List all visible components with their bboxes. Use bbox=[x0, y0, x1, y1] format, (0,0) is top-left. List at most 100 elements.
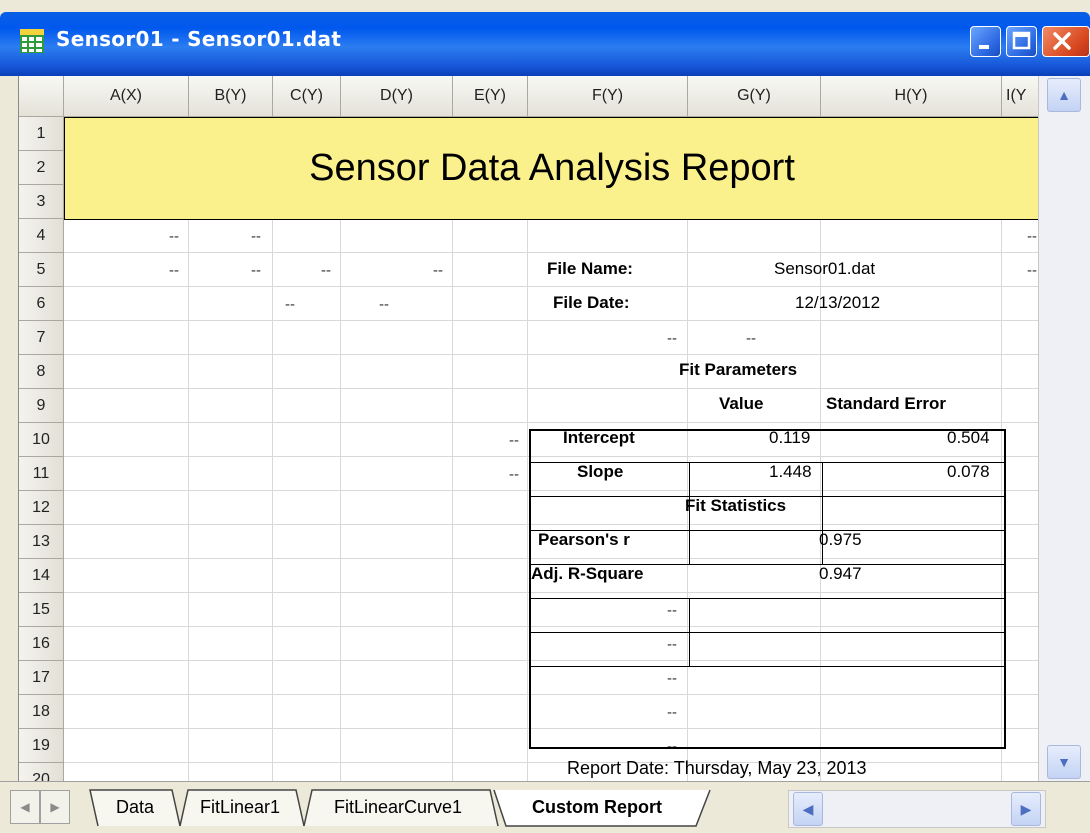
row-header[interactable]: 1 bbox=[19, 117, 64, 151]
column-header-h[interactable]: H(Y) bbox=[821, 76, 1002, 117]
column-header-a[interactable]: A(X) bbox=[64, 76, 189, 117]
report-date[interactable]: Report Date: Thursday, May 23, 2013 bbox=[567, 758, 867, 779]
grid-cell[interactable] bbox=[453, 695, 528, 729]
placeholder-cell[interactable]: -- bbox=[321, 262, 331, 279]
grid-cell[interactable] bbox=[453, 491, 528, 525]
grid-cell[interactable] bbox=[64, 559, 189, 593]
grid-cell[interactable] bbox=[453, 627, 528, 661]
tab-data[interactable]: Data bbox=[116, 788, 154, 826]
tab-fitlinear1[interactable]: FitLinear1 bbox=[200, 788, 280, 826]
param-error-slope[interactable]: 0.078 bbox=[947, 462, 990, 482]
row-header[interactable]: 2 bbox=[19, 151, 64, 185]
grid-cell[interactable] bbox=[1002, 661, 1039, 695]
grid-cell[interactable] bbox=[273, 729, 341, 763]
grid-cell[interactable] bbox=[453, 321, 528, 355]
title-bar[interactable]: Sensor01 - Sensor01.dat bbox=[0, 12, 1090, 76]
scroll-left-button[interactable]: ◀ bbox=[793, 792, 823, 826]
column-header-e[interactable]: E(Y) bbox=[453, 76, 528, 117]
grid-cell[interactable] bbox=[453, 661, 528, 695]
grid-cell[interactable] bbox=[273, 423, 341, 457]
grid-cell[interactable] bbox=[273, 627, 341, 661]
stat-value-pearson[interactable]: 0.975 bbox=[819, 530, 862, 550]
placeholder-cell[interactable]: -- bbox=[433, 262, 443, 279]
grid-cell[interactable] bbox=[341, 627, 453, 661]
grid-cell[interactable] bbox=[453, 763, 528, 781]
grid-cell[interactable] bbox=[341, 729, 453, 763]
grid-cell[interactable] bbox=[1002, 593, 1039, 627]
report-banner[interactable]: Sensor Data Analysis Report bbox=[64, 117, 1039, 220]
grid-cell[interactable] bbox=[453, 219, 528, 253]
grid-cell[interactable] bbox=[341, 389, 453, 423]
row-header[interactable]: 8 bbox=[19, 355, 64, 389]
row-header[interactable]: 6 bbox=[19, 287, 64, 321]
grid-cell[interactable] bbox=[341, 593, 453, 627]
grid-cell[interactable] bbox=[453, 593, 528, 627]
grid-cell[interactable] bbox=[341, 423, 453, 457]
row-header[interactable]: 4 bbox=[19, 219, 64, 253]
grid-cell[interactable] bbox=[453, 729, 528, 763]
corner-header[interactable] bbox=[19, 76, 64, 117]
minimize-button[interactable] bbox=[970, 26, 1001, 57]
grid-cell[interactable] bbox=[64, 389, 189, 423]
row-header[interactable]: 5 bbox=[19, 253, 64, 287]
row-header[interactable]: 11 bbox=[19, 457, 64, 491]
maximize-button[interactable] bbox=[1006, 26, 1037, 57]
row-header[interactable]: 20 bbox=[19, 763, 64, 781]
horizontal-scrollbar[interactable]: ◀ ▶ bbox=[788, 790, 1046, 828]
grid-cell[interactable] bbox=[1002, 287, 1039, 321]
scroll-right-button[interactable]: ▶ bbox=[1011, 792, 1041, 826]
param-value-slope[interactable]: 1.448 bbox=[769, 462, 812, 482]
placeholder-cell[interactable]: -- bbox=[746, 330, 756, 347]
grid-cell[interactable] bbox=[64, 321, 189, 355]
tab-scroll-left-button[interactable]: ◀ bbox=[10, 790, 40, 824]
placeholder-cell[interactable]: -- bbox=[379, 296, 389, 313]
grid-cell[interactable] bbox=[273, 525, 341, 559]
grid-cell[interactable] bbox=[64, 423, 189, 457]
grid-cell[interactable] bbox=[273, 219, 341, 253]
grid-cell[interactable] bbox=[1002, 355, 1039, 389]
grid-cell[interactable] bbox=[64, 525, 189, 559]
param-value-intercept[interactable]: 0.119 bbox=[769, 428, 810, 448]
row-header[interactable]: 7 bbox=[19, 321, 64, 355]
row-header[interactable]: 16 bbox=[19, 627, 64, 661]
grid-cell[interactable] bbox=[189, 355, 273, 389]
grid-cell[interactable] bbox=[273, 695, 341, 729]
grid-cell[interactable] bbox=[453, 559, 528, 593]
grid-cell[interactable] bbox=[273, 593, 341, 627]
grid-cell[interactable] bbox=[64, 763, 189, 781]
grid-cell[interactable] bbox=[341, 491, 453, 525]
column-header-g[interactable]: G(Y) bbox=[688, 76, 821, 117]
grid-cell[interactable] bbox=[528, 219, 688, 253]
param-error-intercept[interactable]: 0.504 bbox=[947, 428, 990, 448]
grid-cell[interactable] bbox=[273, 457, 341, 491]
grid-cell[interactable] bbox=[341, 219, 453, 253]
grid-cell[interactable] bbox=[64, 593, 189, 627]
file-date-value[interactable]: 12/13/2012 bbox=[795, 293, 880, 313]
placeholder-cell[interactable]: -- bbox=[251, 228, 261, 245]
grid-cell[interactable] bbox=[341, 661, 453, 695]
stat-value-adj-r-square[interactable]: 0.947 bbox=[819, 564, 862, 584]
grid-cell[interactable] bbox=[341, 287, 453, 321]
grid-cell[interactable] bbox=[273, 355, 341, 389]
grid-cell[interactable] bbox=[453, 389, 528, 423]
grid-cell[interactable] bbox=[528, 355, 688, 389]
grid-cell[interactable] bbox=[1002, 559, 1039, 593]
grid-cell[interactable] bbox=[688, 219, 821, 253]
column-header-c[interactable]: C(Y) bbox=[273, 76, 341, 117]
row-header[interactable]: 19 bbox=[19, 729, 64, 763]
row-header[interactable]: 10 bbox=[19, 423, 64, 457]
grid-cell[interactable] bbox=[189, 661, 273, 695]
placeholder-cell[interactable]: -- bbox=[285, 296, 295, 313]
grid-cell[interactable] bbox=[1002, 695, 1039, 729]
row-header[interactable]: 12 bbox=[19, 491, 64, 525]
column-header-f[interactable]: F(Y) bbox=[528, 76, 688, 117]
placeholder-cell[interactable]: -- bbox=[509, 432, 519, 449]
close-button[interactable] bbox=[1042, 26, 1090, 57]
grid-cell[interactable] bbox=[64, 355, 189, 389]
grid-cell[interactable] bbox=[528, 321, 688, 355]
tab-scroll-right-button[interactable]: ▶ bbox=[40, 790, 70, 824]
column-header-i[interactable]: I(Y bbox=[1002, 76, 1039, 117]
file-name-value[interactable]: Sensor01.dat bbox=[774, 259, 875, 279]
grid-cell[interactable] bbox=[453, 287, 528, 321]
grid-cell[interactable] bbox=[821, 355, 1002, 389]
